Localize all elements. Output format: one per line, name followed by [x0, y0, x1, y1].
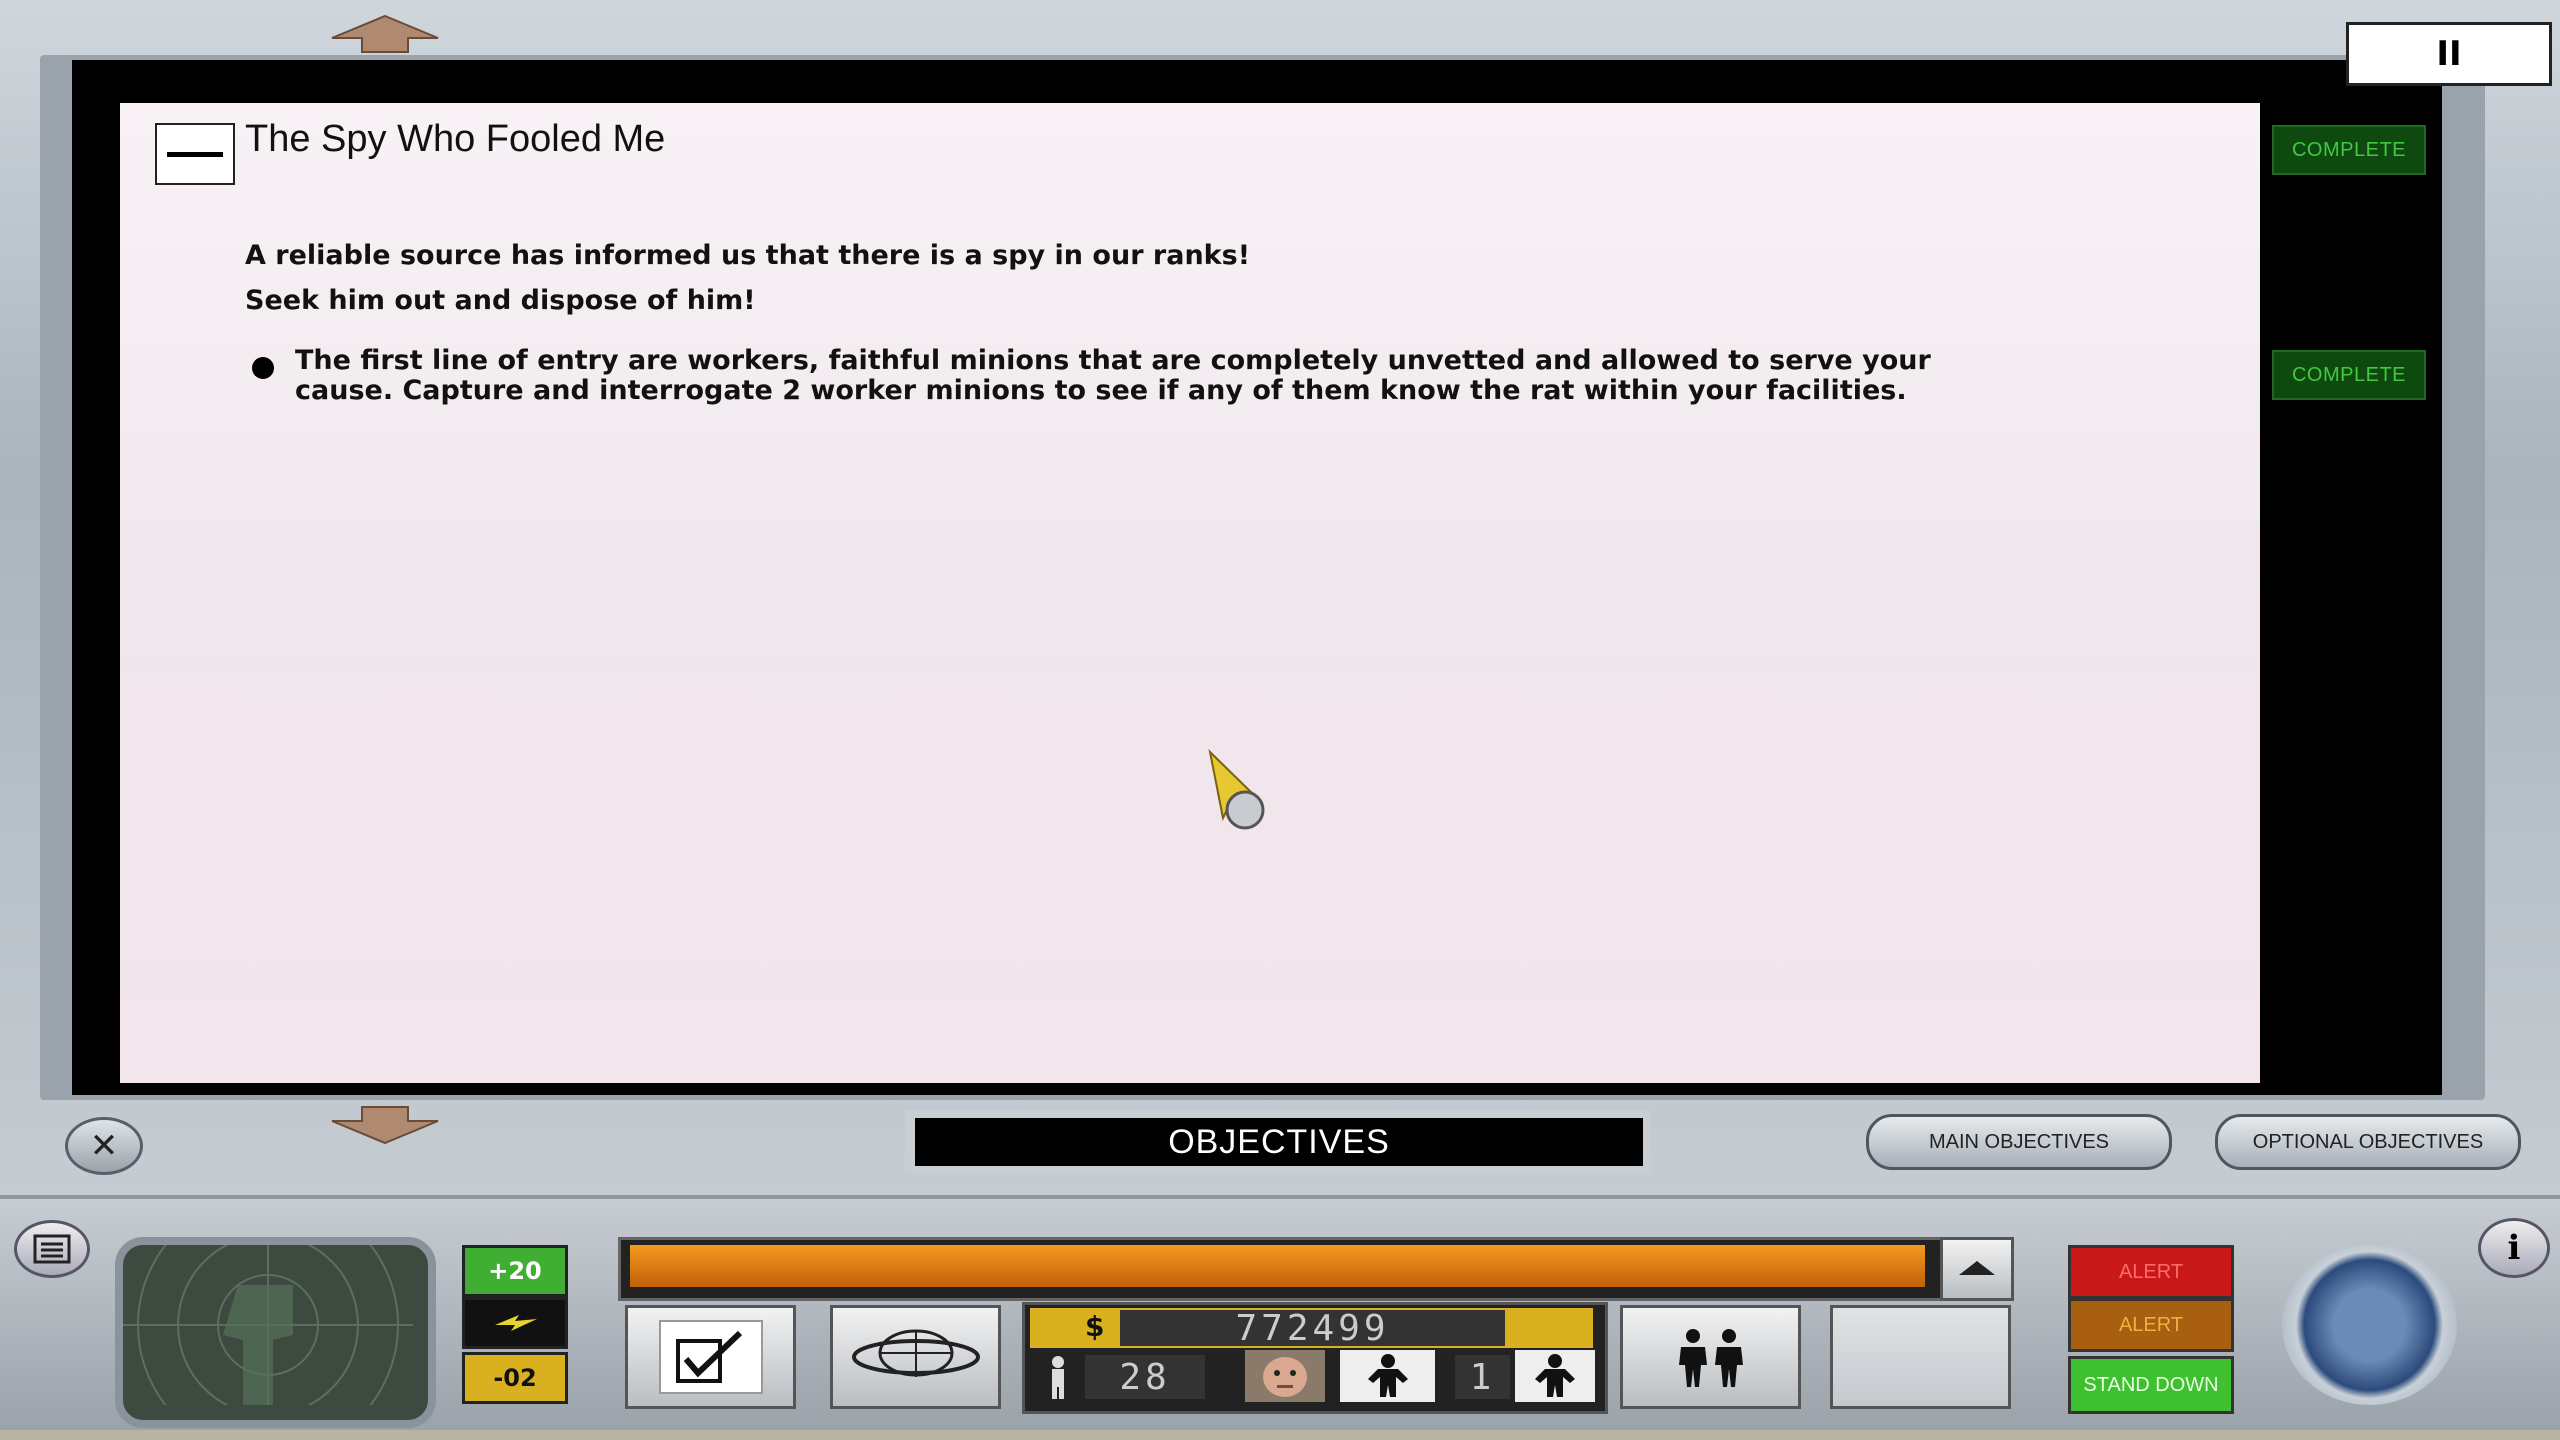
collapse-mission-button[interactable]	[155, 123, 235, 185]
progress-bar-fill	[630, 1245, 1925, 1287]
red-alert-button[interactable]: ALERT	[2068, 1245, 2234, 1299]
power-indicator	[462, 1297, 568, 1349]
chevron-up-icon	[1959, 1261, 1995, 1275]
objectives-button[interactable]	[625, 1305, 796, 1409]
mission-description-line1: A reliable source has informed us that t…	[245, 240, 1251, 271]
amber-alert-button[interactable]: ALERT	[2068, 1298, 2234, 1352]
minions-button[interactable]	[1620, 1305, 1801, 1409]
info-button[interactable]: i	[2478, 1218, 2550, 1278]
world-map-button[interactable]	[830, 1305, 1001, 1409]
panel-title: OBJECTIVES	[915, 1118, 1643, 1166]
money-counter: 772499	[1120, 1308, 1505, 1349]
menu-icon	[33, 1234, 71, 1264]
expand-bar-button[interactable]	[1940, 1237, 2014, 1301]
minion-counter: 28	[1085, 1355, 1205, 1399]
stat-bottom: -02	[462, 1352, 568, 1404]
stand-down-button[interactable]: STAND DOWN	[2068, 1356, 2234, 1414]
dial-icon[interactable]	[2282, 1245, 2457, 1405]
secondary-counter: 1	[1455, 1355, 1510, 1399]
agent-alt-icon[interactable]	[1515, 1350, 1595, 1402]
currency-symbol: $	[1085, 1310, 1105, 1343]
info-icon: i	[2507, 1228, 2521, 1268]
checkmark-icon	[675, 1330, 742, 1383]
henchman-portrait-icon[interactable]	[1245, 1350, 1325, 1402]
minion-icon	[1038, 1352, 1078, 1402]
mission-description-line2: Seek him out and dispose of him!	[245, 285, 756, 316]
radar-minimap[interactable]	[115, 1237, 436, 1428]
arrow-up-icon	[331, 14, 439, 53]
globe-icon	[851, 1329, 980, 1377]
cursor-icon	[1205, 748, 1275, 842]
lightning-icon	[495, 1315, 537, 1331]
status-badge-mission: COMPLETE	[2272, 125, 2426, 175]
empty-slot-button[interactable]	[1830, 1305, 2011, 1409]
pause-icon: II	[2436, 34, 2462, 74]
main-objectives-tab[interactable]: MAIN OBJECTIVES	[1866, 1114, 2172, 1170]
scroll-down-button[interactable]	[330, 1105, 440, 1145]
minions-pair-icon	[1678, 1329, 1743, 1387]
arrow-down-icon	[331, 1106, 439, 1145]
checkbox-frame	[658, 1320, 763, 1394]
status-column	[2262, 103, 2437, 1083]
close-icon: ✕	[89, 1126, 119, 1166]
stat-top: +20	[462, 1245, 568, 1297]
radar-icon	[123, 1245, 413, 1420]
pause-button[interactable]: II	[2346, 22, 2552, 86]
minus-icon	[167, 151, 223, 157]
scroll-up-button[interactable]	[330, 14, 440, 54]
agent-icon[interactable]	[1340, 1350, 1435, 1402]
mission-title: The Spy Who Fooled Me	[245, 118, 666, 160]
bullet-icon	[252, 357, 274, 379]
optional-objectives-tab[interactable]: OPTIONAL OBJECTIVES	[2215, 1114, 2521, 1170]
status-badge-task: COMPLETE	[2272, 350, 2426, 400]
task-text: The first line of entry are workers, fai…	[295, 345, 1931, 406]
close-window-button[interactable]: ✕	[65, 1117, 143, 1175]
menu-button[interactable]	[14, 1220, 90, 1278]
